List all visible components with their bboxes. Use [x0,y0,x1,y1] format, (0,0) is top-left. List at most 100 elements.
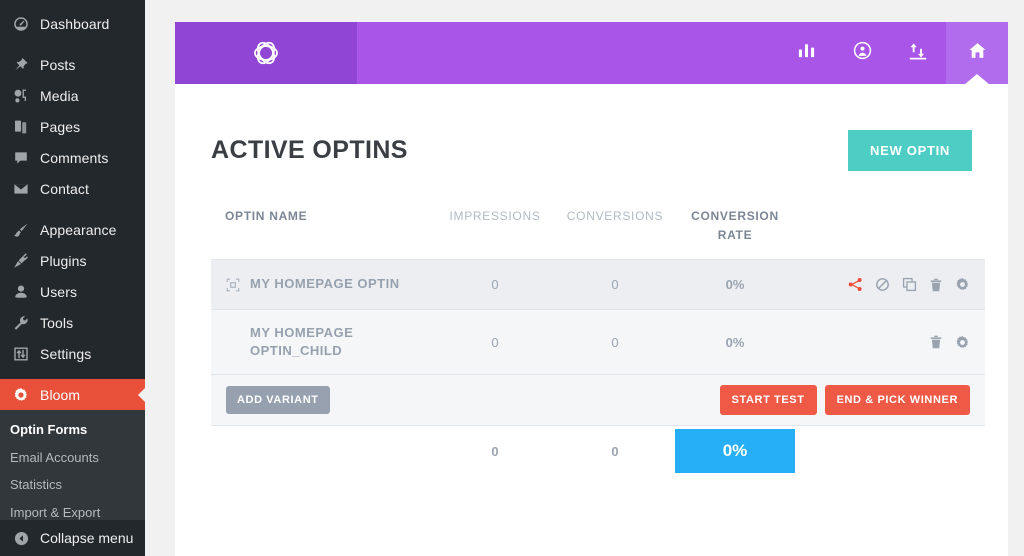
sidebar-item-plugins[interactable]: Plugins [0,245,145,276]
comment-icon [10,150,32,166]
sidebar-item-bloom[interactable]: Bloom [0,379,145,410]
collapse-arrow-icon [10,531,32,546]
submenu-item-optin-forms[interactable]: Optin Forms [0,416,145,444]
sidebar-item-label: Users [40,283,78,300]
topbar-statistics-button[interactable] [778,22,834,84]
optin-name-cell: MY HOMEPAGE OPTIN_CHILD [211,309,435,376]
bloom-panel: ACTIVE OPTINS NEW OPTIN OPTIN NAME IMPRE… [175,22,1008,556]
row-actions-cell [795,259,985,311]
column-header-optin-name: OPTIN NAME [225,209,308,223]
bloom-logo[interactable] [175,22,357,84]
optin-name-label: MY HOMEPAGE OPTIN [250,276,400,292]
gear-icon[interactable] [955,335,970,350]
row-actions [796,335,984,350]
sidebar-item-dashboard[interactable]: Dashboard [0,8,145,39]
bloom-submenu: Optin Forms Email Accounts Statistics Im… [0,410,145,535]
topbar-home-button[interactable] [946,22,1008,84]
pin-icon [10,57,32,73]
sidebar-item-media[interactable]: Media [0,80,145,111]
add-variant-button[interactable]: ADD VARIANT [226,386,330,415]
wrench-icon [10,315,32,331]
totals-spacer-cell [795,425,985,477]
sidebar-item-tools[interactable]: Tools [0,307,145,338]
optin-name-cell: MY HOMEPAGE OPTIN [211,259,435,311]
sidebar-item-settings[interactable]: Settings [0,338,145,369]
add-variant-wrap: ADD VARIANT [212,386,554,415]
start-test-button[interactable]: START TEST [719,385,817,416]
total-conversion-rate: 0% [675,429,795,474]
impressions-value: 0 [435,309,555,376]
panel-body: ACTIVE OPTINS NEW OPTIN OPTIN NAME IMPRE… [175,84,1008,477]
sidebar-item-appearance[interactable]: Appearance [0,214,145,245]
conversion-rate-value: 0% [675,309,795,376]
test-controls: START TEST END & PICK WINNER [556,385,984,416]
table-header-row: OPTIN NAME IMPRESSIONS CONVERSIONS CONVE… [211,207,985,260]
expand-target-icon[interactable] [226,278,240,292]
sidebar-item-label: Comments [40,149,109,166]
sidebar-divider-2 [0,204,145,214]
topbar-nav [778,22,1008,84]
sidebar-item-users[interactable]: Users [0,276,145,307]
conversion-rate-line1: CONVERSION [691,209,779,223]
row-actions-cell [795,309,985,376]
conversions-value: 0 [555,309,675,376]
duplicate-icon[interactable] [902,277,917,292]
wordpress-admin-screen: Dashboard Posts Media Pages Comments Con… [0,0,1024,556]
total-rate-cell: 0% [675,425,795,477]
conversion-rate-value: 0% [675,259,795,311]
new-optin-button[interactable]: NEW OPTIN [848,130,972,171]
sidebar-item-comments[interactable]: Comments [0,142,145,173]
sidebar-item-posts[interactable]: Posts [0,49,145,80]
optin-name-label: MY HOMEPAGE OPTIN_CHILD [250,324,354,359]
trash-icon[interactable] [929,278,943,292]
import-export-icon [908,41,928,66]
bar-chart-icon [797,41,816,65]
optin-name-wrap: MY HOMEPAGE OPTIN [212,275,434,294]
split-test-icon[interactable] [848,277,863,292]
variant-controls-row: ADD VARIANT START TEST END & PICK WINNER [211,374,985,427]
gear-icon [10,387,32,403]
media-icon [10,88,32,104]
optins-table-head: OPTIN NAME IMPRESSIONS CONVERSIONS CONVE… [211,207,985,260]
sidebar-item-label: Appearance [40,221,117,238]
page-header: ACTIVE OPTINS NEW OPTIN [211,84,972,171]
table-row: MY HOMEPAGE OPTIN 0 0 0% [211,259,985,311]
topbar-import-export-button[interactable] [890,22,946,84]
content-area: ACTIVE OPTINS NEW OPTIN OPTIN NAME IMPRE… [145,0,1024,556]
optin-name-wrap: MY HOMEPAGE OPTIN_CHILD [212,324,434,362]
sidebar-item-label: Contact [40,180,89,197]
pages-icon [10,119,32,135]
totals-label-cell [211,425,435,477]
sidebar-item-pages[interactable]: Pages [0,111,145,142]
user-icon [10,284,32,300]
sidebar-item-label: Posts [40,56,76,73]
submenu-item-email-accounts[interactable]: Email Accounts [0,444,145,472]
sidebar-divider-1 [0,39,145,49]
user-circle-icon [852,40,873,66]
submenu-item-statistics[interactable]: Statistics [0,471,145,499]
sidebar-item-label: Settings [40,345,92,362]
sidebar-item-label: Tools [40,314,74,331]
add-variant-cell: ADD VARIANT [211,374,555,427]
sidebar-divider-3 [0,369,145,379]
disable-icon[interactable] [875,277,890,292]
collapse-menu-button[interactable]: Collapse menu [0,520,145,556]
trash-icon[interactable] [929,335,943,349]
total-conversions: 0 [555,425,675,477]
sidebar-primary-group: Dashboard Posts Media Pages Comments Con… [0,0,145,535]
mail-icon [10,181,32,197]
column-header-actions [795,207,985,260]
conversion-rate-line2: RATE [717,228,753,243]
end-pick-winner-button[interactable]: END & PICK WINNER [824,385,970,416]
sidebar-item-label: Bloom [40,386,81,403]
gear-icon[interactable] [955,277,970,292]
total-impressions: 0 [435,425,555,477]
admin-sidebar: Dashboard Posts Media Pages Comments Con… [0,0,145,556]
sidebar-item-contact[interactable]: Contact [0,173,145,204]
dashboard-icon [10,16,32,32]
topbar-account-button[interactable] [834,22,890,84]
sliders-icon [10,346,32,362]
impressions-value: 0 [435,259,555,311]
optins-table-body: MY HOMEPAGE OPTIN 0 0 0% MY HOMEPAGE OPT… [211,259,985,477]
